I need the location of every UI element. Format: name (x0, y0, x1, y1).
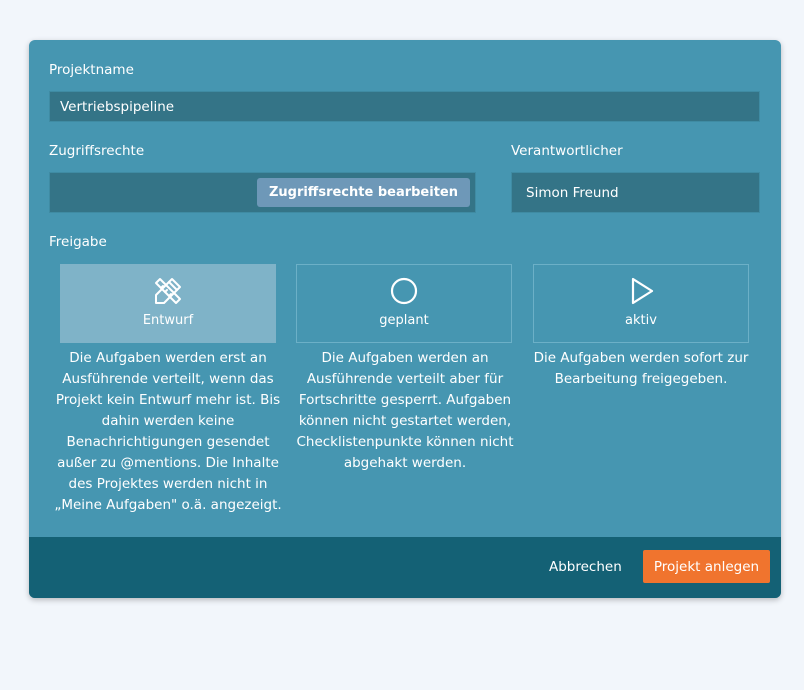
dialog-footer: Abbrechen Projekt anlegen (29, 537, 781, 598)
owner-label: Verantwortlicher (511, 143, 623, 159)
release-option-draft[interactable]: Entwurf (60, 264, 276, 343)
create-project-dialog: Projektname Vertriebspipeline Zugriffsre… (29, 40, 781, 598)
cancel-button[interactable]: Abbrechen (541, 552, 630, 582)
project-name-value: Vertriebspipeline (60, 98, 175, 115)
release-label: Freigabe (49, 234, 107, 250)
release-option-description: Die Aufgaben werden erst an Ausführende … (54, 350, 282, 513)
owner-select[interactable]: Simon Freund (511, 172, 760, 213)
access-rights-field: Zugriffsrechte bearbeiten (49, 172, 476, 213)
play-icon (631, 277, 654, 305)
release-option-planned[interactable]: geplant (296, 264, 512, 343)
circle-icon (390, 277, 418, 305)
release-option-description: Die Aufgaben werden sofort zur Bearbeitu… (533, 350, 749, 387)
release-option-active[interactable]: aktiv (533, 264, 749, 343)
release-option-label: geplant (379, 313, 429, 328)
release-option-description: Die Aufgaben werden an Ausführende verte… (296, 350, 514, 471)
release-option-label: Entwurf (142, 313, 194, 328)
release-option-label: aktiv (625, 313, 657, 328)
owner-value: Simon Freund (526, 184, 619, 201)
project-name-input[interactable]: Vertriebspipeline (49, 91, 760, 122)
create-project-button[interactable]: Projekt anlegen (643, 550, 770, 583)
project-name-label: Projektname (49, 62, 134, 78)
edit-access-rights-button[interactable]: Zugriffsrechte bearbeiten (256, 178, 470, 207)
pencil-ruler-icon (155, 278, 181, 304)
access-rights-label: Zugriffsrechte (49, 143, 145, 159)
